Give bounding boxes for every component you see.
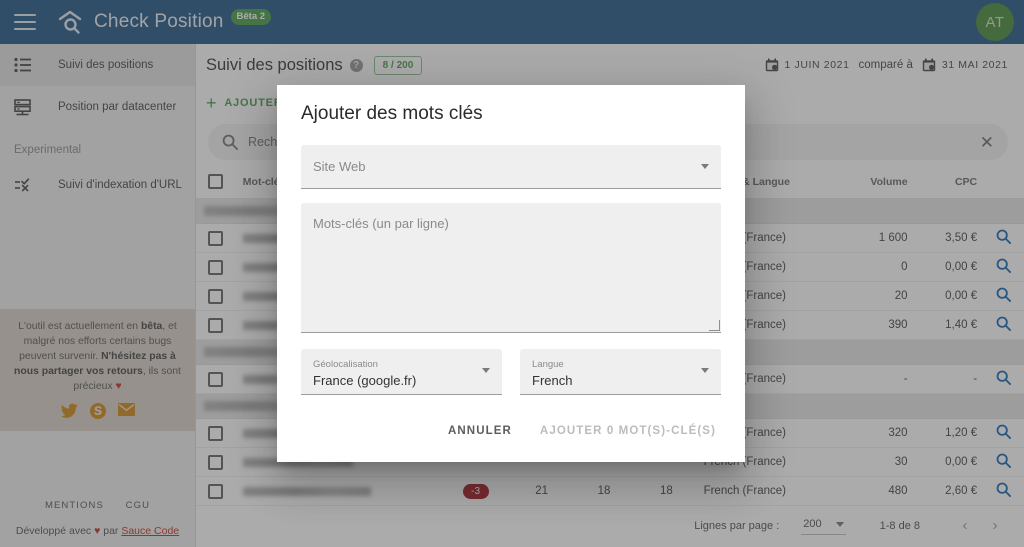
language-value: French bbox=[532, 373, 573, 389]
geolocation-value: France (google.fr) bbox=[313, 373, 417, 389]
keywords-placeholder: Mots-clés (un par ligne) bbox=[313, 216, 449, 231]
chevron-down-icon bbox=[701, 164, 709, 169]
keywords-textarea[interactable]: Mots-clés (un par ligne) bbox=[301, 203, 721, 333]
dialog-title: Ajouter des mots clés bbox=[301, 103, 483, 124]
add-keywords-dialog: Ajouter des mots clés Site Web Mots-clés… bbox=[277, 85, 745, 462]
site-web-placeholder: Site Web bbox=[313, 159, 366, 174]
language-select[interactable]: Langue French bbox=[520, 349, 721, 395]
cancel-button[interactable]: ANNULER bbox=[437, 416, 523, 446]
dialog-selectors-row: Géolocalisation France (google.fr) Langu… bbox=[301, 349, 721, 395]
geolocation-select[interactable]: Géolocalisation France (google.fr) bbox=[301, 349, 502, 395]
geolocation-label: Géolocalisation bbox=[313, 358, 378, 370]
language-label: Langue bbox=[532, 358, 564, 370]
chevron-down-icon bbox=[701, 368, 709, 373]
dialog-body: Site Web Mots-clés (un par ligne) Géoloc… bbox=[277, 125, 745, 416]
submit-keywords-button[interactable]: AJOUTER 0 MOT(S)-CLÉ(S) bbox=[529, 416, 727, 446]
chevron-down-icon bbox=[482, 368, 490, 373]
resize-handle[interactable] bbox=[709, 320, 720, 331]
site-web-select[interactable]: Site Web bbox=[301, 145, 721, 189]
dialog-actions: ANNULER AJOUTER 0 MOT(S)-CLÉ(S) bbox=[277, 416, 745, 462]
